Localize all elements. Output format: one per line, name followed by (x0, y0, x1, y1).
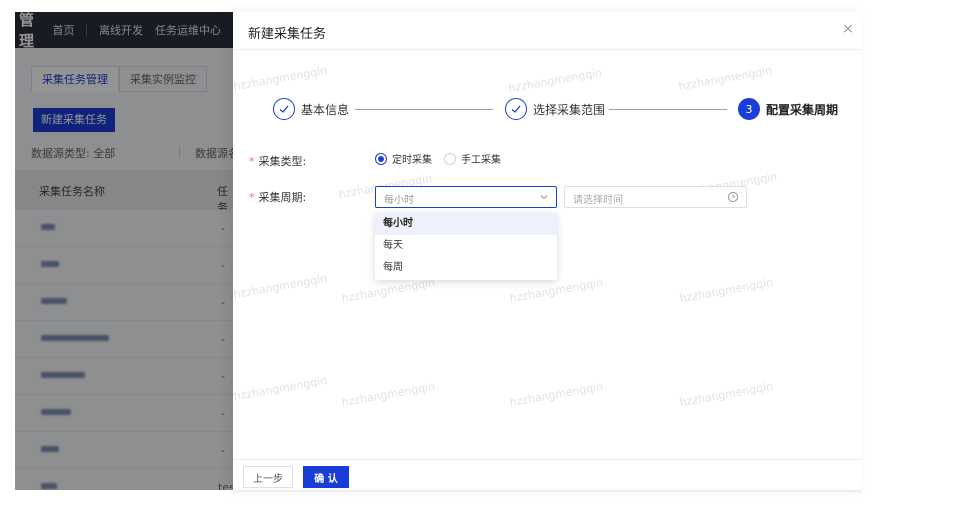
collect-type-label: 采集类型: (258, 155, 307, 168)
step-config-cycle: 3 配置采集周期 (738, 98, 838, 120)
check-icon (273, 98, 295, 120)
radio-scheduled[interactable]: 定时采集 (375, 151, 432, 166)
drawer-header: 新建采集任务 × (233, 12, 862, 50)
radio-checked-icon[interactable] (375, 152, 387, 165)
cycle-select-value: 每小时 (384, 195, 414, 206)
new-task-drawer: 新建采集任务 × hzzhangmengqin hzzhangmengqin h… (233, 12, 862, 490)
drawer-footer: 上一步 确 认 (233, 459, 862, 490)
watermark: hzzhangmengqin (508, 379, 605, 410)
time-placeholder: 请选择时间 (573, 195, 623, 206)
cycle-select[interactable]: 每小时 (375, 186, 557, 208)
background-app: 管理 首页 离线开发 任务运维中心 采集任务管理 采集实例监控 新建采集任务 数… (15, 12, 233, 490)
collect-type-row: * 采集类型: (249, 151, 306, 171)
drawer-title: 新建采集任务 (248, 27, 327, 42)
watermark: hzzhangmengqin (678, 275, 775, 306)
watermark: hzzhangmengqin (508, 275, 605, 306)
step-indicator: 基本信息 选择采集范围 3 配置采集周期 (273, 98, 838, 124)
cycle-row: * 采集周期: (249, 187, 306, 207)
watermark: hzzhangmengqin (677, 63, 774, 94)
step-connector (355, 109, 493, 110)
watermark: hzzhangmengqin (507, 65, 604, 96)
radio-unchecked-icon[interactable] (444, 152, 456, 165)
radio-label[interactable]: 手工采集 (461, 151, 501, 166)
step-label: 选择采集范围 (533, 102, 606, 117)
watermark: hzzhangmengqin (678, 379, 775, 410)
radio-label[interactable]: 定时采集 (392, 151, 432, 166)
step-label: 配置采集周期 (766, 102, 839, 117)
collect-type-radio-group: 定时采集 手工采集 (375, 151, 513, 166)
watermark: hzzhangmengqin (232, 63, 329, 94)
time-picker-input[interactable]: 请选择时间 (564, 186, 747, 208)
dropdown-option-weekly[interactable]: 每周 (375, 257, 557, 279)
watermark: hzzhangmengqin (232, 373, 329, 404)
close-icon[interactable]: × (840, 21, 856, 37)
watermark: hzzhangmengqin (340, 379, 437, 410)
watermark: hzzhangmengqin (340, 275, 437, 306)
cycle-dropdown: 每小时 每天 每周 (375, 213, 557, 280)
required-mark: * (249, 190, 255, 204)
prev-step-button[interactable]: 上一步 (243, 466, 293, 488)
dropdown-option-hourly[interactable]: 每小时 (375, 213, 557, 235)
step-number: 3 (738, 98, 760, 120)
step-label: 基本信息 (301, 102, 350, 117)
step-connector (609, 109, 727, 110)
cycle-label: 采集周期: (258, 191, 307, 204)
step-basic-info: 基本信息 (273, 98, 349, 120)
step-select-scope: 选择采集范围 (505, 98, 605, 120)
dropdown-option-daily[interactable]: 每天 (375, 235, 557, 257)
radio-manual[interactable]: 手工采集 (444, 151, 501, 166)
check-icon (505, 98, 527, 120)
required-mark: * (249, 154, 255, 168)
drawer-shadow (233, 490, 862, 494)
modal-mask[interactable] (15, 12, 233, 490)
chevron-down-icon[interactable] (538, 191, 550, 203)
clock-icon[interactable] (727, 191, 739, 203)
watermark: hzzhangmengqin (232, 271, 329, 302)
confirm-button[interactable]: 确 认 (303, 466, 349, 488)
